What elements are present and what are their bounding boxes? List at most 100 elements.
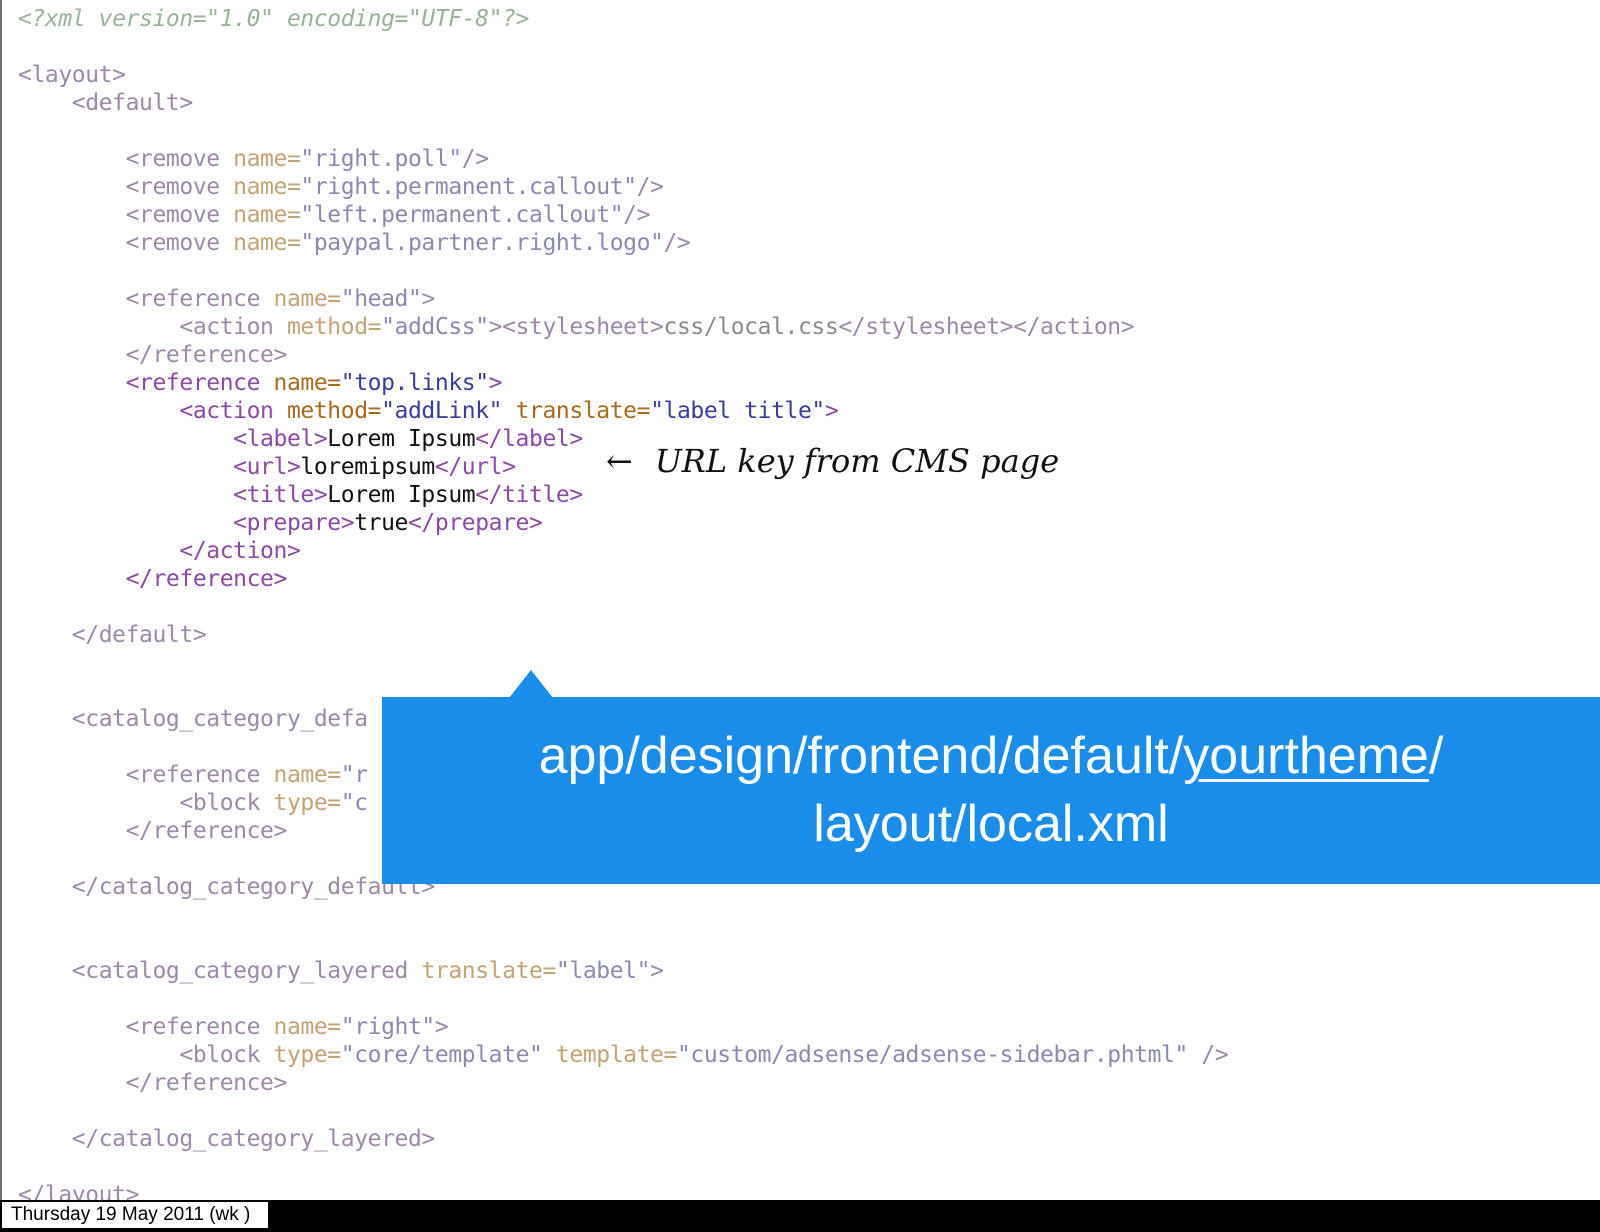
code-token: > — [824, 398, 839, 424]
callout-path-line2: layout/local.xml — [813, 795, 1169, 853]
code-token: <?xml version="1.0" encoding="UTF-8"?> — [18, 6, 529, 32]
code-token: <layout> — [18, 62, 126, 88]
code-token: <remove — [125, 146, 234, 172]
code-line: <action method="addLink" translate="labe… — [18, 397, 1228, 425]
callout-path-prefix: app/design/frontend/default/ — [538, 727, 1184, 785]
code-token: > — [434, 1014, 449, 1040]
code-line: </action> — [18, 537, 1228, 565]
code-token: </catalog_category_default> — [71, 874, 435, 900]
code-token: translate= — [515, 398, 651, 424]
code-token: "label title" — [650, 398, 825, 424]
code-token: method= — [286, 398, 382, 424]
code-line: <remove name="left.permanent.callout"/> — [18, 201, 1228, 229]
code-token: </label> — [475, 426, 583, 452]
callout-path-line1: app/design/frontend/default/yourtheme/ — [382, 722, 1600, 790]
code-line: <remove name="right.poll"/> — [18, 145, 1228, 173]
code-token: <catalog_category_layered — [71, 958, 422, 984]
code-line: </reference> — [18, 341, 1228, 369]
code-token: "head" — [340, 286, 422, 312]
code-token: translate= — [421, 958, 556, 984]
code-token: <action — [179, 398, 287, 424]
code-token: name= — [233, 202, 301, 228]
code-token: <remove — [125, 230, 234, 256]
code-token: > — [650, 958, 664, 984]
code-token: "core/template" — [340, 1042, 556, 1068]
left-arrow-icon: ← — [606, 442, 633, 480]
code-line: <reference name="right"> — [18, 1013, 1228, 1041]
code-token: /> — [636, 174, 664, 200]
code-token: Lorem Ipsum — [327, 426, 476, 452]
code-token: "top.links" — [340, 370, 489, 396]
code-token: "label" — [555, 958, 651, 984]
code-token: </reference> — [125, 818, 288, 844]
code-token: /> — [623, 202, 651, 228]
slide-frame: <?xml version="1.0" encoding="UTF-8"?> <… — [0, 0, 1600, 1208]
code-token: <label> — [233, 426, 328, 452]
code-token: </reference> — [125, 1070, 288, 1096]
code-token: "custom/adsense/adsense-sidebar.phtml" — [676, 1042, 1202, 1068]
code-token: "left.permanent.callout" — [300, 202, 624, 228]
code-token: loremipsum — [300, 454, 435, 480]
code-token: <catalog_category_defa — [71, 706, 368, 732]
code-line: <?xml version="1.0" encoding="UTF-8"?> — [18, 5, 1228, 33]
code-token: <block — [179, 1042, 274, 1068]
code-token: name= — [273, 762, 342, 788]
code-token: <block — [179, 790, 274, 816]
code-line: <block type="core/template" template="cu… — [18, 1041, 1228, 1069]
code-token: <reference — [125, 1014, 274, 1040]
code-line: </reference> — [18, 565, 1228, 593]
code-token: "right.poll" — [300, 146, 462, 172]
code-token: </stylesheet></action> — [838, 314, 1135, 340]
code-token: </action> — [179, 538, 301, 564]
code-token: <prepare> — [233, 510, 355, 536]
code-line: <remove name="paypal.partner.right.logo"… — [18, 229, 1228, 257]
code-token: css/local.css — [663, 314, 839, 340]
code-token: Lorem Ipsum — [327, 482, 476, 508]
xml-code-listing: <?xml version="1.0" encoding="UTF-8"?> <… — [18, 5, 1229, 1209]
callout-pointer — [509, 670, 553, 698]
code-token: <action — [179, 314, 287, 340]
code-token: "right" — [340, 1014, 436, 1040]
code-token: <title> — [233, 482, 328, 508]
code-line: <default> — [18, 89, 1228, 117]
footer-date-label: Thursday 19 May 2011 (wk ) — [2, 1202, 269, 1228]
code-token: <url> — [233, 454, 301, 480]
code-token: </url> — [434, 454, 516, 480]
callout-theme-name: yourtheme — [1183, 727, 1429, 785]
code-token: ><stylesheet> — [488, 314, 664, 340]
code-token: type= — [273, 790, 342, 816]
code-token: name= — [233, 230, 301, 256]
code-line: <reference name="top.links"> — [18, 369, 1228, 397]
code-token: "addLink" — [381, 398, 516, 424]
code-token: /> — [663, 230, 691, 256]
code-token: /> — [1201, 1042, 1229, 1068]
code-token: name= — [273, 286, 342, 312]
code-token: </title> — [475, 482, 583, 508]
code-token: /> — [461, 146, 489, 172]
code-token: > — [488, 370, 503, 396]
